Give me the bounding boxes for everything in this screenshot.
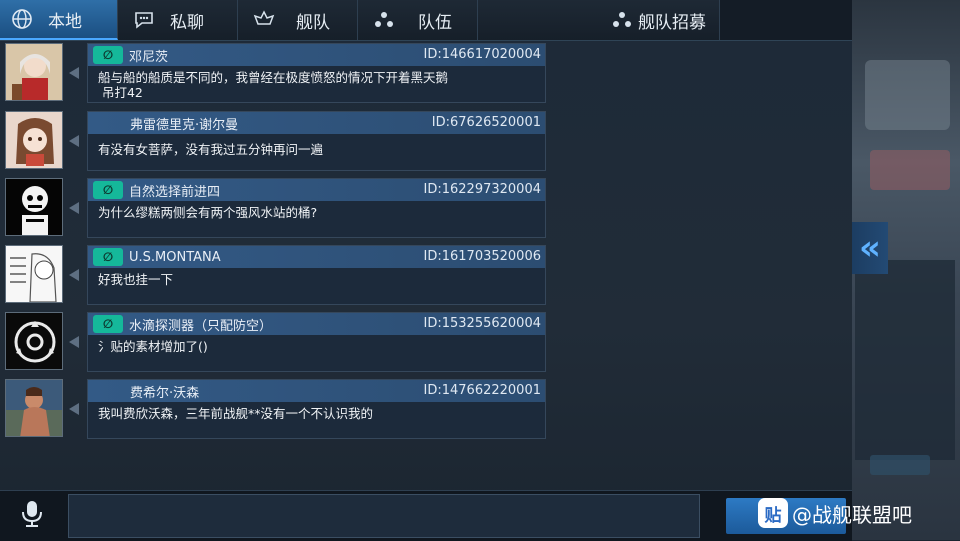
chat-message-input[interactable] [68, 494, 700, 538]
message-bubble[interactable]: ∅ 邓尼茨 ID:146617020004 船与船的船质是不同的，我曾经在极度愤… [87, 43, 546, 103]
watermark: 贴 @战舰联盟吧 [758, 498, 912, 528]
sender-name[interactable]: 自然选择前进四 [129, 181, 220, 200]
message-text: 我叫费欣沃森，三年前战舰**没有一个不认识我的 [98, 406, 374, 421]
message-header: 费希尔·沃森 ID:147662220001 [88, 380, 545, 402]
avatar[interactable] [5, 178, 63, 236]
background-ship [870, 150, 950, 190]
avatar[interactable] [5, 379, 63, 437]
tab-label: 本地 [48, 11, 82, 32]
tab-label: 舰队招募 [638, 12, 706, 33]
chat-message: ∅ 邓尼茨 ID:146617020004 船与船的船质是不同的，我曾经在极度愤… [0, 43, 550, 103]
message-bubble[interactable]: 弗雷德里克·谢尔曼 ID:67626520001 有没有女菩萨，没有我过五分钟再… [87, 111, 546, 171]
tab-private-chat[interactable]: 私聊 [118, 0, 238, 40]
message-text: 有没有女菩萨，没有我过五分钟再问一遍 [98, 142, 324, 157]
sender-name[interactable]: 弗雷德里克·谢尔曼 [130, 114, 238, 133]
sender-id: ID:67626520001 [431, 115, 541, 130]
bubble-pointer [69, 202, 79, 214]
tab-label: 队伍 [418, 12, 452, 33]
tab-local[interactable]: 本地 [0, 0, 118, 40]
chat-message: ∅ U.S.MONTANA ID:161703520006 好我也挂一下 [0, 245, 550, 305]
tab-team[interactable]: 队伍 [358, 0, 478, 40]
background-ship [865, 60, 950, 130]
tab-fleet-recruit[interactable]: 舰队招募 [478, 0, 720, 40]
rank-badge-icon: ∅ [93, 46, 123, 64]
team-dots-icon [610, 8, 634, 32]
chat-tab-bar: 本地 私聊 舰队 队伍 舰队招募 [0, 0, 852, 41]
rank-badge-icon: ∅ [93, 181, 123, 199]
sender-id: ID:162297320004 [423, 182, 541, 197]
message-text: 船与船的船质是不同的，我曾经在极度愤怒的情况下开着黑天鹅 吊打42 [98, 70, 449, 100]
message-text: 氵贴的素材增加了() [98, 339, 208, 354]
background-button [870, 455, 930, 475]
tieba-logo-icon: 贴 [758, 498, 788, 528]
collapse-panel-button[interactable]: « [852, 222, 888, 274]
avatar[interactable] [5, 111, 63, 169]
message-header: ∅ U.S.MONTANA ID:161703520006 [88, 246, 545, 268]
team-dots-icon [372, 8, 396, 32]
chat-input-bar [0, 490, 852, 541]
globe-icon [10, 7, 34, 31]
message-bubble[interactable]: ∅ U.S.MONTANA ID:161703520006 好我也挂一下 [87, 245, 546, 305]
sender-id: ID:146617020004 [423, 47, 541, 62]
background-panel [855, 260, 955, 460]
message-bubble[interactable]: ∅ 水滴探测器（只配防空） ID:153255620004 氵贴的素材增加了() [87, 312, 546, 372]
bubble-pointer [69, 135, 79, 147]
chat-message: 费希尔·沃森 ID:147662220001 我叫费欣沃森，三年前战舰**没有一… [0, 379, 550, 439]
message-header: 弗雷德里克·谢尔曼 ID:67626520001 [88, 112, 545, 134]
rank-badge-icon: ∅ [93, 315, 123, 333]
message-header: ∅ 水滴探测器（只配防空） ID:153255620004 [88, 313, 545, 335]
sender-name[interactable]: 邓尼茨 [129, 46, 168, 65]
avatar[interactable] [5, 312, 63, 370]
bubble-pointer [69, 67, 79, 79]
sender-id: ID:161703520006 [423, 249, 541, 264]
sender-name[interactable]: 水滴探测器（只配防空） [129, 315, 272, 334]
sender-id: ID:153255620004 [423, 316, 541, 331]
chat-panel: 本地 私聊 舰队 队伍 舰队招募 ∅ 邓尼茨 ID:146617020004 船… [0, 0, 852, 541]
watermark-text: @战舰联盟吧 [792, 502, 912, 527]
message-header: ∅ 自然选择前进四 ID:162297320004 [88, 179, 545, 201]
chat-message: ∅ 水滴探测器（只配防空） ID:153255620004 氵贴的素材增加了() [0, 312, 550, 372]
chat-message: ∅ 自然选择前进四 ID:162297320004 为什么缪糕两侧会有两个强风水… [0, 178, 550, 238]
sender-id: ID:147662220001 [423, 383, 541, 398]
voice-input-button[interactable] [15, 499, 49, 533]
tab-label: 私聊 [170, 12, 204, 33]
rank-badge-icon: ∅ [93, 248, 123, 266]
bubble-pointer [69, 336, 79, 348]
avatar[interactable] [5, 43, 63, 101]
microphone-icon [20, 499, 44, 533]
chat-bubble-icon [132, 8, 156, 32]
bubble-pointer [69, 403, 79, 415]
sender-name[interactable]: 费希尔·沃森 [130, 382, 199, 401]
bubble-pointer [69, 269, 79, 281]
message-text: 好我也挂一下 [98, 272, 174, 287]
message-text: 为什么缪糕两侧会有两个强风水站的桶? [98, 205, 318, 220]
message-header: ∅ 邓尼茨 ID:146617020004 [88, 44, 545, 66]
tab-label: 舰队 [296, 12, 330, 33]
message-bubble[interactable]: 费希尔·沃森 ID:147662220001 我叫费欣沃森，三年前战舰**没有一… [87, 379, 546, 439]
avatar[interactable] [5, 245, 63, 303]
message-bubble[interactable]: ∅ 自然选择前进四 ID:162297320004 为什么缪糕两侧会有两个强风水… [87, 178, 546, 238]
fleet-emblem-icon [252, 8, 276, 32]
sender-name[interactable]: U.S.MONTANA [129, 250, 221, 265]
double-chevron-left-icon: « [859, 228, 881, 268]
chat-message: 弗雷德里克·谢尔曼 ID:67626520001 有没有女菩萨，没有我过五分钟再… [0, 111, 550, 171]
tab-fleet[interactable]: 舰队 [238, 0, 358, 40]
